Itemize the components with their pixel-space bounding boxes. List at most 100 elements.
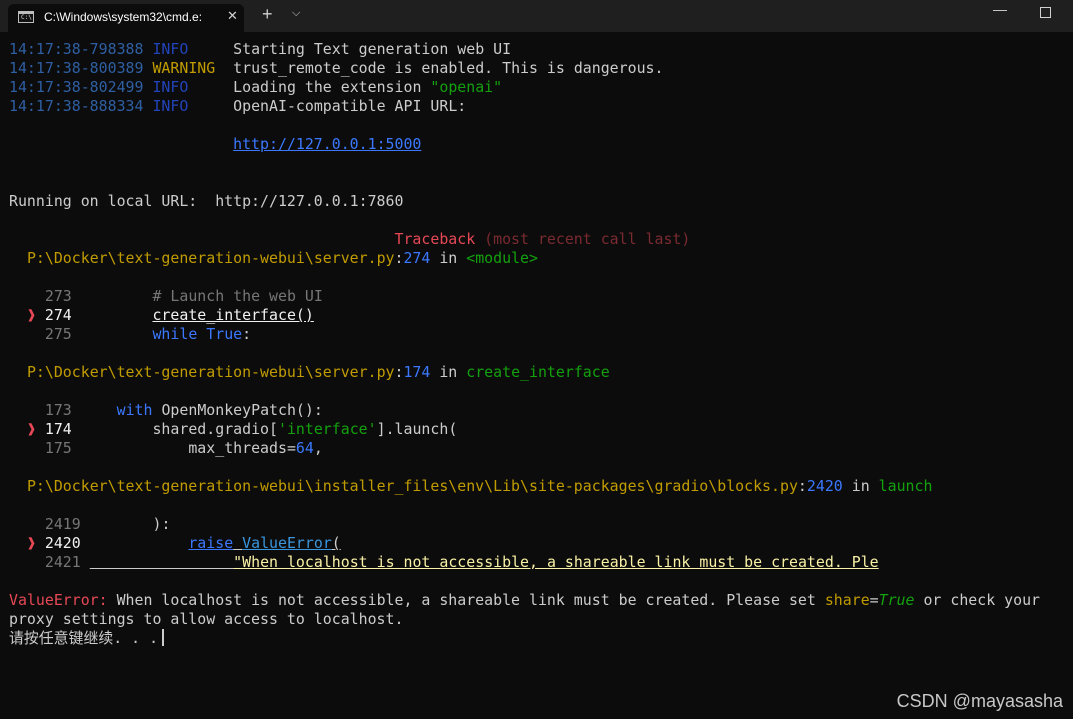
frame-in: in	[851, 477, 870, 495]
frame-func: launch	[878, 477, 933, 495]
press-any-key-prompt: 请按任意键继续. . .	[9, 629, 159, 647]
frame-lineno: 274	[403, 249, 431, 267]
code-text: create_interface()	[152, 306, 314, 324]
close-tab-icon[interactable]: ✕	[227, 8, 238, 24]
press-any-key-line: 请按任意键继续. . .	[9, 629, 165, 648]
frame-func: create_interface	[466, 363, 610, 381]
error-message: ValueError: When localhost is not access…	[9, 591, 1040, 610]
log-timestamp: 14:17:38-798388	[9, 40, 144, 58]
line-number: 275	[44, 325, 72, 343]
log-line: 14:17:38-800389 WARNING trust_remote_cod…	[9, 59, 663, 78]
frame-lineno: 2420	[806, 477, 843, 495]
frame-location: P:\Docker\text-generation-webui\server.p…	[26, 363, 610, 381]
frame-path: P:\Docker\text-generation-webui\server.p…	[26, 249, 395, 267]
code-comment: # Launch the web UI	[152, 287, 323, 305]
line-number: 173	[44, 401, 72, 419]
current-line-arrow-icon: ❱	[26, 306, 36, 324]
code-string: "When localhost is not accessible, a sha…	[233, 553, 879, 571]
code-keyword: True	[206, 325, 243, 343]
log-timestamp: 14:17:38-888334	[9, 97, 144, 115]
extension-name: "openai"	[430, 78, 503, 96]
code-text: ,	[313, 439, 323, 457]
log-line: 14:17:38-888334 INFO OpenAI-compatible A…	[9, 97, 466, 116]
tab-title: C:\Windows\system32\cmd.e:	[44, 10, 203, 24]
error-type: ValueError:	[9, 591, 108, 609]
frame-location: P:\Docker\text-generation-webui\installe…	[26, 477, 933, 495]
api-url-line: http://127.0.0.1:5000	[9, 135, 421, 154]
error-text: or check your	[914, 591, 1041, 609]
frame-path: P:\Docker\text-generation-webui\server.p…	[26, 363, 395, 381]
code-text: ):	[152, 515, 171, 533]
code-keyword: while	[152, 325, 198, 343]
traceback-header: Traceback (most recent call last)	[9, 230, 691, 249]
terminal-tab[interactable]: C:\ C:\Windows\system32\cmd.e: ✕	[8, 4, 244, 32]
line-number: 175	[44, 439, 72, 457]
line-number: 274	[44, 306, 72, 324]
maximize-button[interactable]	[1040, 7, 1051, 18]
frame-func: <module>	[466, 249, 538, 267]
api-url-link[interactable]: http://127.0.0.1:5000	[233, 135, 421, 153]
code-line: 173 with OpenMonkeyPatch():	[9, 401, 323, 420]
log-message: OpenAI-compatible API URL:	[233, 97, 467, 115]
line-number: 273	[44, 287, 72, 305]
current-line-arrow-icon: ❱	[26, 420, 36, 438]
error-text: When localhost is not accessible, a shar…	[107, 591, 825, 609]
code-exception: ValueError	[242, 534, 332, 552]
frame-lineno: 174	[403, 363, 431, 381]
log-message: Loading the extension	[233, 78, 431, 96]
error-value: True	[878, 591, 915, 609]
code-number: 64	[295, 439, 314, 457]
frame-in: in	[439, 249, 458, 267]
error-param: share	[824, 591, 870, 609]
cmd-icon: C:\	[18, 11, 34, 23]
log-line: 14:17:38-802499 INFO Loading the extensi…	[9, 78, 502, 97]
new-tab-button[interactable]: +	[262, 4, 273, 25]
log-level: INFO	[152, 78, 189, 96]
log-level: WARNING	[152, 59, 216, 77]
code-line: 275 while True:	[9, 325, 251, 344]
code-line: 2419 ):	[9, 515, 171, 534]
log-message: trust_remote_code is enabled. This is da…	[233, 59, 664, 77]
terminal-output[interactable]: 14:17:38-798388 INFO Starting Text gener…	[0, 32, 1073, 719]
error-text: =	[869, 591, 879, 609]
code-line: 175 max_threads=64,	[9, 439, 323, 458]
code-line-current: ❱ 174 shared.gradio['interface'].launch(	[9, 420, 457, 439]
log-line: 14:17:38-798388 INFO Starting Text gener…	[9, 40, 511, 59]
running-url-line: Running on local URL: http://127.0.0.1:7…	[9, 192, 404, 210]
code-line: 2421 "When localhost is not accessible, …	[9, 553, 879, 572]
code-text: OpenMonkeyPatch():	[161, 401, 323, 419]
code-string: 'interface'	[277, 420, 377, 438]
log-level: INFO	[152, 97, 189, 115]
code-text: (	[331, 534, 341, 552]
line-number: 2420	[44, 534, 81, 552]
code-line-current: ❱ 2420 raise ValueError(	[9, 534, 341, 553]
line-number: 174	[44, 420, 72, 438]
error-message-cont: proxy settings to allow access to localh…	[9, 610, 404, 628]
traceback-title: Traceback	[394, 230, 476, 248]
code-keyword: raise	[188, 534, 234, 552]
title-bar: C:\ C:\Windows\system32\cmd.e: ✕ + ⌵ —	[0, 0, 1073, 32]
log-timestamp: 14:17:38-800389	[9, 59, 144, 77]
code-keyword: with	[116, 401, 153, 419]
code-line: 273 # Launch the web UI	[9, 287, 323, 306]
watermark: CSDN @mayasasha	[896, 691, 1063, 711]
line-number: 2421	[44, 553, 81, 571]
text-cursor	[162, 629, 165, 646]
code-text: :	[242, 325, 252, 343]
log-level: INFO	[152, 40, 189, 58]
code-text: max_threads=	[188, 439, 296, 457]
log-timestamp: 14:17:38-802499	[9, 78, 144, 96]
cmd-icon-text: C:\	[21, 14, 32, 21]
code-text: shared.gradio[	[152, 420, 278, 438]
frame-in: in	[439, 363, 458, 381]
minimize-button[interactable]: —	[993, 1, 1007, 17]
log-message: Starting Text generation web UI	[233, 40, 512, 58]
code-line-current: ❱ 274 create_interface()	[9, 306, 314, 325]
traceback-subtitle: (most recent call last)	[484, 230, 691, 248]
current-line-arrow-icon: ❱	[26, 534, 36, 552]
frame-location: P:\Docker\text-generation-webui\server.p…	[26, 249, 538, 267]
code-text: ].launch(	[376, 420, 458, 438]
frame-path: P:\Docker\text-generation-webui\installe…	[26, 477, 798, 495]
line-number: 2419	[44, 515, 81, 533]
tab-dropdown-button[interactable]: ⌵	[292, 7, 300, 20]
